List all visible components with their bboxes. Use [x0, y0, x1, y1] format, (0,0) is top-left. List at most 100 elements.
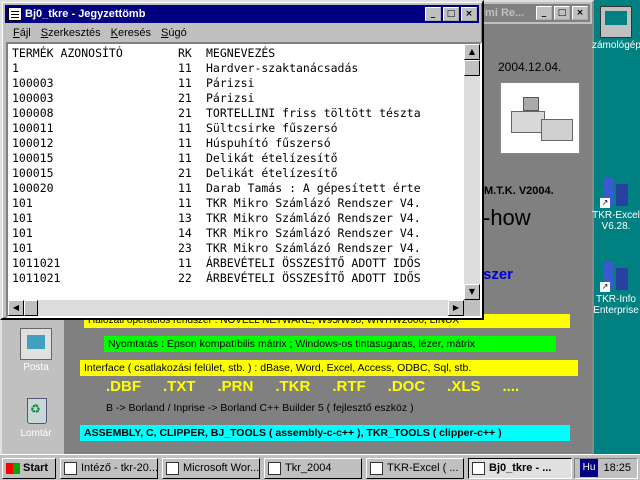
- desktop-icon-tkr-excel[interactable]: ↗ TKR-Excel V6.28.: [592, 176, 640, 232]
- taskbar: Start Intéző - tkr-20... Microsoft Wor..…: [0, 454, 640, 480]
- desktop-icon-label: V6.28.: [601, 221, 631, 232]
- task-tkr-excel[interactable]: TKR-Excel ( ...: [366, 458, 464, 479]
- name-cell: MEGNEVEZÉS: [206, 46, 276, 60]
- word-icon: [166, 462, 179, 475]
- menu-help[interactable]: Súgó: [161, 24, 187, 42]
- name-cell: Hardver-szaktanácsadás: [206, 61, 359, 75]
- desktop-icon-computer[interactable]: zámológép: [592, 6, 640, 51]
- text-line: 101 11 TKR Mikro Számlázó Rendszer V4.: [12, 196, 464, 211]
- product-id-cell: 100008: [12, 106, 54, 120]
- product-id-cell: 1011021: [12, 271, 61, 285]
- text-line: 100015 11 Delikát ételízesítő: [12, 151, 464, 166]
- howto-text: -how: [483, 205, 531, 230]
- name-cell: Párizsi: [206, 91, 255, 105]
- text-line: 100020 11 Darab Tamás : A gépesített érte: [12, 181, 464, 196]
- text-line: 101 14 TKR Mikro Számlázó Rendszer V4.: [12, 226, 464, 241]
- desktop-icon-tkr-info[interactable]: ↗ TKR-Info Enterprise: [592, 260, 640, 316]
- text-line: 1 11 Hardver-szaktanácsadás: [12, 61, 464, 76]
- text-line: 100011 11 Sültcsirke fűszersó: [12, 121, 464, 136]
- scroll-up-button[interactable]: ▲: [464, 44, 480, 60]
- rk-cell: 11: [178, 151, 192, 165]
- vertical-scroll-thumb[interactable]: [464, 60, 480, 76]
- scroll-down-button[interactable]: ▼: [464, 284, 480, 300]
- menu-search[interactable]: Keresés: [111, 24, 151, 42]
- version-label: M.T.K. V2004.: [484, 185, 554, 197]
- window-icon: [370, 462, 383, 475]
- task-label: Microsoft Wor...: [183, 462, 260, 474]
- name-cell: Darab Tamás : A gépesített érte: [206, 181, 421, 195]
- scroll-left-button[interactable]: ◀: [8, 300, 24, 316]
- date-label: 2004.12.04.: [498, 60, 562, 74]
- extension-label: .DOC: [387, 378, 426, 395]
- notepad-icon[interactable]: [8, 7, 22, 21]
- product-id-cell: 100003: [12, 76, 54, 90]
- name-cell: ÁRBEVÉTELI ÖSSZESÍTŐ ADOTT IDŐS: [206, 256, 421, 270]
- vertical-scrollbar[interactable]: ▲ ▼: [464, 44, 480, 300]
- extension-label: .TXT: [163, 378, 196, 395]
- clock[interactable]: 18:25: [574, 458, 638, 479]
- shortcut-arrow-icon: ↗: [600, 282, 610, 292]
- product-id-cell: 100015: [12, 151, 54, 165]
- window-icon: [268, 462, 281, 475]
- product-id-cell: 101: [12, 226, 33, 240]
- rk-cell: 21: [178, 91, 192, 105]
- extension-label: .RTF: [332, 378, 366, 395]
- rk-cell: 11: [178, 121, 192, 135]
- horizontal-scroll-thumb[interactable]: [24, 300, 38, 316]
- printing-line: Nyomtatás : Epson kompatíbilis mátrix ; …: [104, 336, 556, 352]
- task-word[interactable]: Microsoft Wor...: [162, 458, 260, 479]
- scroll-right-button[interactable]: ▶: [448, 300, 464, 316]
- name-cell: Delikát ételízesítő: [206, 151, 338, 165]
- name-cell: Húspuhító fűszersó: [206, 136, 331, 150]
- product-id-cell: 101: [12, 211, 33, 225]
- task-tkr2004[interactable]: Tkr_2004: [264, 458, 362, 479]
- product-id-cell: 100020: [12, 181, 54, 195]
- task-explorer[interactable]: Intéző - tkr-20...: [60, 458, 158, 479]
- text-lines[interactable]: TERMÉK AZONOSÍTÓ RK MEGNEVEZÉS 1 11 Hardver-s…: [12, 46, 464, 300]
- text-line: 100003 21 Párizsi: [12, 91, 464, 106]
- start-button[interactable]: Start: [2, 458, 56, 479]
- text-line: 100008 21 TORTELLINI friss töltött tészta: [12, 106, 464, 121]
- desktop-icon-label: TKR-Info: [595, 294, 636, 305]
- shortcut-arrow-icon: ↗: [600, 198, 610, 208]
- task-notepad[interactable]: Bj0_tkre - ...: [468, 458, 572, 479]
- task-label: Intéző - tkr-20...: [81, 462, 158, 474]
- name-cell: Delikát ételízesítő: [206, 166, 338, 180]
- close-button[interactable]: ×: [572, 6, 588, 20]
- recycle-bin-icon: [20, 394, 52, 426]
- assembly-line: ASSEMBLY, C, CLIPPER, BJ_TOOLS ( assembl…: [80, 425, 570, 441]
- product-id-cell: 100012: [12, 136, 54, 150]
- text-line: 101 13 TKR Mikro Számlázó Rendszer V4.: [12, 211, 464, 226]
- tkr-info-icon: ↗: [600, 260, 632, 292]
- menu-file[interactable]: Fájl: [13, 24, 31, 42]
- name-cell: TKR Mikro Számlázó Rendszer V4.: [206, 241, 421, 255]
- text-editor[interactable]: TERMÉK AZONOSÍTÓ RK MEGNEVEZÉS 1 11 Hardver-s…: [6, 42, 482, 318]
- rk-cell: 11: [178, 196, 192, 210]
- notepad-titlebar[interactable]: Bj0_tkre - Jegyzettömb _ □ ×: [5, 5, 479, 23]
- text-line: 101 23 TKR Mikro Számlázó Rendszer V4.: [12, 241, 464, 256]
- maximize-button[interactable]: □: [554, 6, 570, 20]
- name-cell: TORTELLINI friss töltött tészta: [206, 106, 421, 120]
- text-line: 1011021 11 ÁRBEVÉTELI ÖSSZESÍTŐ ADOTT IDŐS: [12, 256, 464, 271]
- product-id-cell: 1: [12, 61, 19, 75]
- notepad-title: Bj0_tkre - Jegyzettömb: [25, 8, 146, 20]
- szer-text: szer: [483, 266, 514, 283]
- rk-cell: 11: [178, 256, 192, 270]
- computer-icon: [600, 6, 632, 38]
- menu-edit[interactable]: Szerkesztés: [41, 24, 101, 42]
- name-cell: TKR Mikro Számlázó Rendszer V4.: [206, 211, 421, 225]
- desktop-icon-label: zámológép: [592, 40, 640, 51]
- explorer-icon: [64, 462, 77, 475]
- close-button[interactable]: ×: [461, 7, 477, 21]
- extension-label: .XLS: [447, 378, 481, 395]
- desktop-icon-recycle-bin[interactable]: Lomtár: [6, 394, 66, 439]
- cash-register-image: [500, 82, 580, 154]
- maximize-button[interactable]: □: [443, 7, 459, 21]
- horizontal-scrollbar[interactable]: ◀ ▶: [8, 300, 464, 316]
- desktop-icon-posta[interactable]: Posta: [6, 328, 66, 373]
- minimize-button[interactable]: _: [536, 6, 552, 20]
- desktop-icon-label: TKR-Excel: [592, 210, 640, 221]
- minimize-button[interactable]: _: [425, 7, 441, 21]
- product-id-cell: TERMÉK AZONOSÍTÓ: [12, 46, 123, 60]
- rk-cell: 11: [178, 76, 192, 90]
